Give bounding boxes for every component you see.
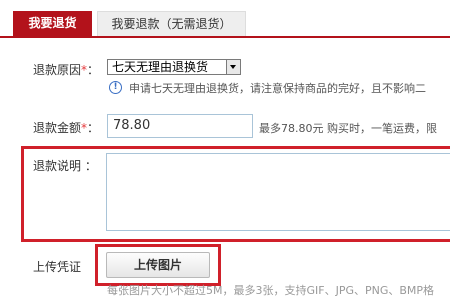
chevron-down-icon[interactable] (226, 60, 240, 74)
tab-refund-only[interactable]: 我要退款（无需退货） (97, 11, 246, 36)
refund-reason-selected-value: 七天无理由退换货 (112, 60, 209, 74)
info-circle-icon: ! (109, 81, 122, 94)
colon: ： (87, 63, 100, 77)
refund-amount-label-text: 退款金额 (33, 121, 82, 135)
refund-description-label: 退款说明 ： (33, 159, 97, 173)
upload-proof-label: 上传凭证 (33, 260, 82, 274)
refund-amount-label: 退款金额*： (33, 119, 99, 136)
tab-bar: 我要退货 我要退款（无需退货） (0, 0, 450, 38)
colon: ： (87, 121, 100, 135)
refund-reason-label-text: 退款原因 (33, 63, 82, 77)
upload-image-button[interactable]: 上传图片 (106, 252, 210, 278)
refund-reason-info-text: 申请七天无理由退换货，请注意保持商品的完好，且不影响二 (129, 82, 426, 95)
tab-return-goods[interactable]: 我要退货 (13, 11, 92, 36)
refund-reason-select[interactable]: 七天无理由退换货 (107, 59, 241, 75)
refund-amount-hint: 最多78.80元 购买时，一笔运费，限 (259, 122, 437, 135)
refund-description-textarea[interactable] (106, 153, 450, 231)
upload-note: 每张图片大小不超过5M，最多3张，支持GIF、JPG、PNG、BMP格 (107, 284, 435, 297)
refund-amount-input[interactable]: 78.80 (107, 114, 253, 138)
refund-reason-label: 退款原因*： (33, 61, 99, 78)
